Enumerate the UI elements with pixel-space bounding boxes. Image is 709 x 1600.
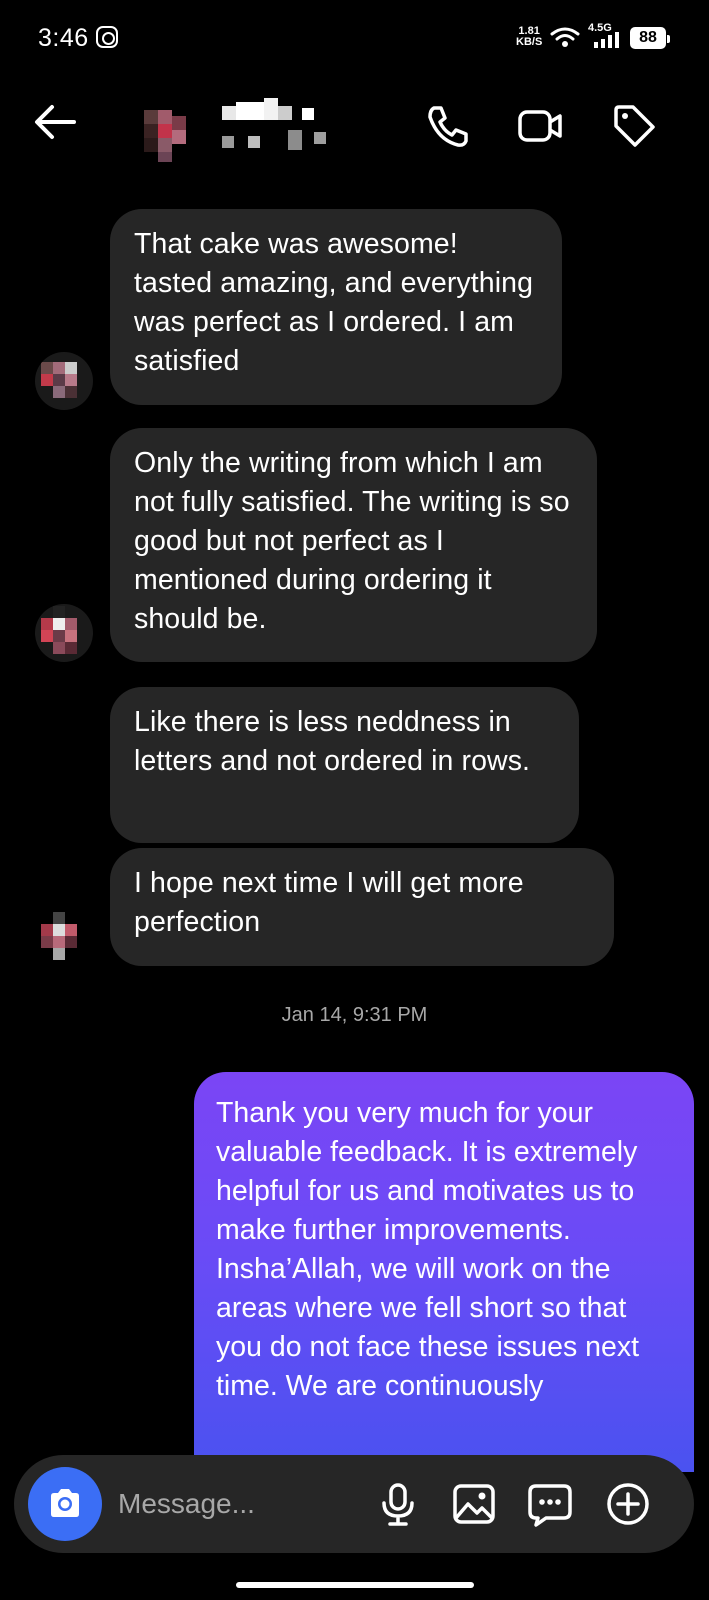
status-time: 3:46 [38, 24, 89, 52]
chat-header [0, 88, 709, 168]
back-arrow-icon[interactable] [30, 102, 80, 142]
phone-icon[interactable] [424, 102, 472, 150]
sender-avatar[interactable] [35, 910, 93, 968]
message-timestamp: Jan 14, 9:31 PM [281, 1004, 428, 1026]
incoming-message[interactable]: I hope next time I will get more perfect… [110, 848, 614, 966]
camera-icon [51, 1489, 79, 1517]
microphone-icon[interactable] [374, 1480, 422, 1528]
signal-bars-icon [594, 32, 619, 48]
gallery-icon[interactable] [450, 1480, 498, 1528]
sender-avatar[interactable] [35, 604, 93, 662]
plus-icon[interactable] [604, 1480, 652, 1528]
incoming-message[interactable]: That cake was awesome! tasted amazing, a… [110, 209, 562, 405]
message-text: That cake was awesome! tasted amazing, a… [134, 228, 534, 377]
wifi-icon [550, 27, 580, 47]
home-indicator[interactable] [236, 1582, 474, 1588]
tag-icon[interactable] [610, 102, 658, 150]
network-speed-unit: KB/S [516, 36, 543, 48]
sender-avatar[interactable] [35, 352, 93, 410]
incoming-message[interactable]: Only the writing from which I am not ful… [110, 428, 597, 662]
cellular-signal: 4.5G [588, 22, 620, 50]
message-text: Like there is less neddness in letters a… [134, 706, 531, 777]
sticker-icon[interactable] [526, 1480, 574, 1528]
video-call-icon[interactable] [516, 102, 564, 150]
message-text: I hope next time I will get more perfect… [134, 867, 524, 938]
outgoing-message[interactable]: Thank you very much for your valuable fe… [194, 1072, 694, 1472]
status-bar: 3:46 1.81 KB/S 4.5G 88 [0, 0, 709, 78]
battery-indicator: 88 [630, 27, 670, 49]
message-text: Only the writing from which I am not ful… [134, 447, 570, 635]
message-composer [14, 1455, 694, 1553]
camera-button[interactable] [28, 1467, 102, 1541]
network-speed: 1.81 KB/S [516, 26, 542, 48]
incoming-message[interactable]: Like there is less neddness in letters a… [110, 687, 579, 843]
message-input[interactable] [118, 1483, 358, 1525]
message-text: Thank you very much for your valuable fe… [216, 1097, 640, 1402]
contact-avatar[interactable] [140, 104, 198, 162]
contact-name-redacted[interactable] [222, 98, 332, 158]
instagram-notification-icon [96, 26, 118, 48]
